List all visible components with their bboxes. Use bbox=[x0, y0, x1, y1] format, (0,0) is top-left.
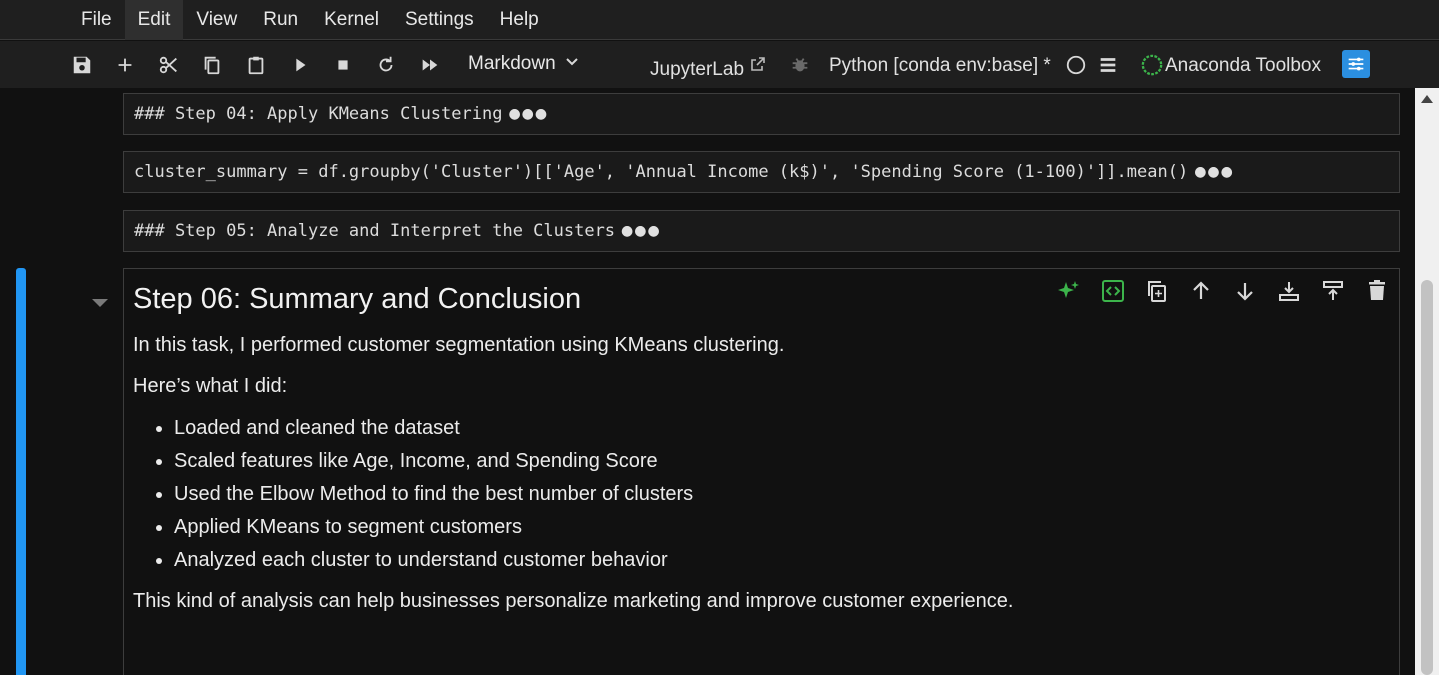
active-cell-indicator[interactable] bbox=[16, 268, 26, 675]
insert-above-icon[interactable] bbox=[1320, 276, 1364, 306]
anaconda-spinner-icon bbox=[1138, 51, 1166, 79]
collapsed-cell-step05[interactable]: ### Step 05: Analyze and Interpret the C… bbox=[123, 210, 1400, 252]
cell-type-dropdown[interactable]: Markdown bbox=[468, 53, 580, 75]
move-up-icon[interactable] bbox=[1188, 276, 1232, 306]
jupyterlab-link[interactable]: JupyterLab bbox=[650, 55, 767, 81]
sliders-icon[interactable] bbox=[1342, 50, 1370, 78]
external-link-icon bbox=[749, 57, 767, 80]
steps-list: Loaded and cleaned the dataset Scaled fe… bbox=[133, 416, 1399, 572]
code-view-icon[interactable] bbox=[1100, 276, 1144, 306]
cut-icon[interactable] bbox=[155, 51, 183, 79]
stop-icon[interactable] bbox=[329, 51, 357, 79]
cell-toolbar bbox=[1056, 276, 1408, 306]
move-down-icon[interactable] bbox=[1232, 276, 1276, 306]
collapsed-cell-summary-code[interactable]: cluster_summary = df.groupby('Cluster')[… bbox=[123, 151, 1400, 193]
menu-lines-icon[interactable] bbox=[1094, 51, 1122, 79]
scrollbar-thumb[interactable] bbox=[1421, 280, 1433, 675]
list-item: Scaled features like Age, Income, and Sp… bbox=[174, 449, 1399, 473]
menu-file[interactable]: File bbox=[68, 0, 125, 40]
vertical-scrollbar[interactable] bbox=[1415, 88, 1439, 675]
expand-ellipsis-icon[interactable]: ●●● bbox=[1194, 164, 1234, 180]
jupyterlab-label: JupyterLab bbox=[650, 59, 745, 80]
menu-run[interactable]: Run bbox=[250, 0, 311, 40]
anaconda-toolbox-label[interactable]: Anaconda Toolbox bbox=[1165, 55, 1321, 77]
notebook-toolbar: Markdown JupyterLab Python [conda env:ba… bbox=[0, 41, 1439, 89]
cell-source: cluster_summary = df.groupby('Cluster')[… bbox=[134, 162, 1189, 182]
cell-type-label: Markdown bbox=[468, 53, 556, 74]
notebook-panel: ### Step 04: Apply KMeans Clustering ●●●… bbox=[0, 88, 1415, 675]
menu-view[interactable]: View bbox=[183, 0, 250, 40]
scroll-up-arrow-icon[interactable] bbox=[1420, 92, 1434, 110]
fast-forward-icon[interactable] bbox=[416, 51, 444, 79]
duplicate-cell-icon[interactable] bbox=[1144, 276, 1188, 306]
markdown-cell-step06[interactable]: Step 06: Summary and Conclusion In this … bbox=[123, 268, 1400, 675]
collapsed-cell-step04[interactable]: ### Step 04: Apply KMeans Clustering ●●● bbox=[123, 93, 1400, 135]
kernel-name[interactable]: Python [conda env:base] * bbox=[829, 55, 1051, 77]
cell-source: ### Step 04: Apply KMeans Clustering bbox=[134, 104, 503, 124]
lead-paragraph: Here’s what I did: bbox=[133, 375, 288, 397]
closing-paragraph: This kind of analysis can help businesse… bbox=[133, 590, 1014, 612]
delete-cell-icon[interactable] bbox=[1364, 276, 1408, 306]
insert-below-icon[interactable] bbox=[1276, 276, 1320, 306]
menu-edit[interactable]: Edit bbox=[124, 0, 184, 40]
kernel-status-icon bbox=[1062, 51, 1090, 79]
copy-icon[interactable] bbox=[198, 51, 226, 79]
menu-bar: File Edit View Run Kernel Settings Help bbox=[0, 0, 1439, 40]
expand-ellipsis-icon[interactable]: ●●● bbox=[508, 106, 548, 122]
intro-paragraph: In this task, I performed customer segme… bbox=[133, 334, 785, 356]
expand-ellipsis-icon[interactable]: ●●● bbox=[621, 223, 661, 239]
paste-icon[interactable] bbox=[242, 51, 270, 79]
save-icon[interactable] bbox=[68, 51, 96, 79]
add-cell-icon[interactable] bbox=[111, 51, 139, 79]
collapse-caret-icon[interactable] bbox=[91, 296, 109, 314]
run-icon[interactable] bbox=[286, 51, 314, 79]
menu-help[interactable]: Help bbox=[487, 0, 552, 40]
cell-source: ### Step 05: Analyze and Interpret the C… bbox=[134, 221, 616, 241]
menu-kernel[interactable]: Kernel bbox=[311, 0, 392, 40]
debugger-bug-icon[interactable] bbox=[786, 51, 814, 79]
list-item: Used the Elbow Method to find the best n… bbox=[174, 482, 1399, 506]
ai-sparkle-icon[interactable] bbox=[1056, 276, 1100, 306]
list-item: Analyzed each cluster to understand cust… bbox=[174, 548, 1399, 572]
list-item: Loaded and cleaned the dataset bbox=[174, 416, 1399, 440]
restart-icon[interactable] bbox=[372, 51, 400, 79]
chevron-down-icon bbox=[564, 53, 580, 75]
menu-settings[interactable]: Settings bbox=[392, 0, 487, 40]
list-item: Applied KMeans to segment customers bbox=[174, 515, 1399, 539]
